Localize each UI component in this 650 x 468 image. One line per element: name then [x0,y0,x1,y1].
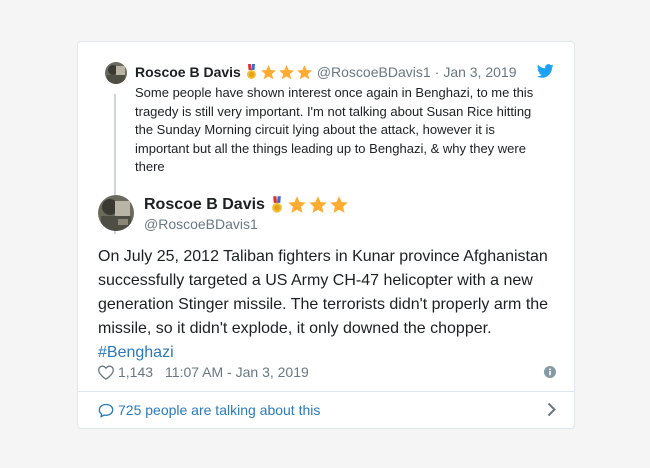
medal-icon [271,196,283,214]
main-avatar[interactable] [98,195,134,231]
chevron-right-icon[interactable] [547,402,556,420]
conversation-link[interactable]: 725 people are talking about this [98,400,556,420]
main-handle[interactable]: @RoscoeBDavis1 [144,216,258,232]
main-author-name[interactable]: Roscoe B Davis [144,196,265,214]
speech-bubble-icon [98,403,114,418]
parent-avatar[interactable] [105,62,127,84]
embedded-tweet-card: Roscoe B Davis @RoscoeBDavis1 · Jan 3, 2… [77,41,575,429]
star-icon [278,64,295,81]
info-icon[interactable] [544,365,556,381]
date-separator: · [434,64,440,80]
star-icon [308,195,328,215]
parent-author-name[interactable]: Roscoe B Davis [135,64,241,80]
parent-author-row: Roscoe B Davis @RoscoeBDavis1 · Jan 3, 2… [135,62,516,82]
main-tweet-body: On July 25, 2012 Taliban fighters in Kun… [98,248,549,337]
hashtag-link[interactable]: #Benghazi [98,344,174,361]
medal-icon [246,64,257,80]
parent-tweet-text: Some people have shown interest once aga… [135,85,534,175]
twitter-bird-icon[interactable] [536,64,554,83]
star-icon [260,64,277,81]
star-icon [329,195,349,215]
main-author-row: Roscoe B Davis [144,194,349,216]
footer-divider [78,391,574,392]
parent-date[interactable]: Jan 3, 2019 [443,64,516,80]
main-tweet-text: On July 25, 2012 Taliban fighters in Kun… [98,245,558,365]
tweet-timestamp[interactable]: 11:07 AM - Jan 3, 2019 [165,364,309,380]
heart-icon[interactable] [98,364,114,380]
like-count[interactable]: 1,143 [118,364,153,380]
star-icon [287,195,307,215]
parent-handle[interactable]: @RoscoeBDavis1 [317,64,431,80]
talking-count-text: 725 people are talking about this [118,402,321,418]
star-icon [296,64,313,81]
tweet-meta-row: 1,143 11:07 AM - Jan 3, 2019 [98,362,556,382]
